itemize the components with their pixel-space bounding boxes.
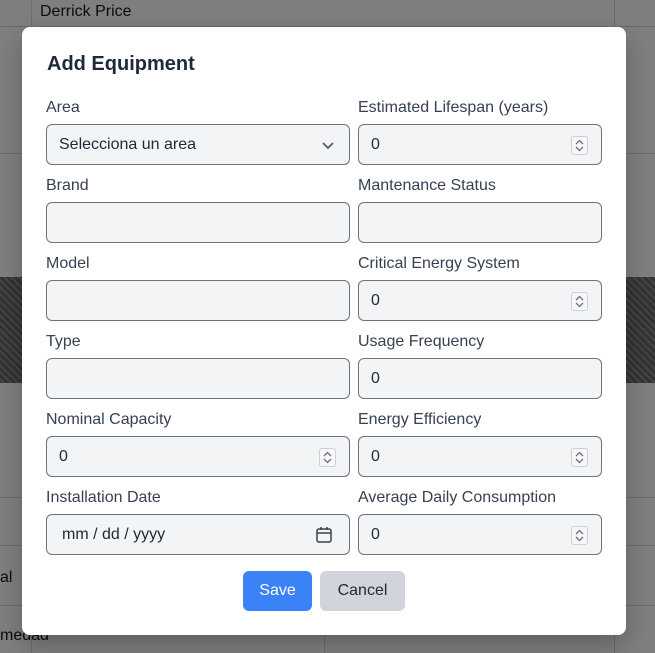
estimated-lifespan-input[interactable]: 0 [358,124,602,165]
average-daily-consumption-label: Average Daily Consumption [358,489,557,506]
model-field: Model [46,253,350,321]
number-spinner-icon[interactable] [571,292,588,311]
brand-label: Brand [46,177,89,194]
calendar-icon[interactable] [316,526,332,543]
estimated-lifespan-field: Estimated Lifespan (years) 0 [358,97,602,165]
energy-efficiency-input[interactable]: 0 [358,436,602,477]
energy-efficiency-field: Energy Efficiency 0 [358,409,602,477]
modal-title: Add Equipment [47,53,195,75]
maintenance-status-input[interactable] [358,202,602,243]
average-daily-consumption-value: 0 [371,525,380,543]
usage-frequency-value: 0 [371,369,380,387]
nominal-capacity-label: Nominal Capacity [46,411,172,428]
installation-date-input[interactable]: mm / dd / yyyy [46,514,350,555]
nominal-capacity-field: Nominal Capacity 0 [46,409,350,477]
usage-frequency-field: Usage Frequency 0 [358,331,602,399]
number-spinner-icon[interactable] [571,136,588,155]
critical-energy-system-input[interactable]: 0 [358,280,602,321]
area-field: Area Selecciona un area [46,97,350,165]
critical-energy-system-field: Critical Energy System 0 [358,253,602,321]
type-label: Type [46,333,81,350]
number-spinner-icon[interactable] [319,448,336,467]
number-spinner-icon[interactable] [571,526,588,545]
area-select-value: Selecciona un area [59,135,196,153]
model-input[interactable] [46,280,350,321]
usage-frequency-input[interactable]: 0 [358,358,602,399]
type-field: Type [46,331,350,399]
area-label: Area [46,99,80,116]
area-select[interactable]: Selecciona un area [46,124,350,165]
maintenance-status-label: Mantenance Status [358,177,496,194]
number-spinner-icon[interactable] [571,448,588,467]
estimated-lifespan-value: 0 [371,135,380,153]
energy-efficiency-value: 0 [371,447,380,465]
installation-date-label: Installation Date [46,489,161,506]
installation-date-field: Installation Date mm / dd / yyyy [46,487,350,555]
brand-field: Brand [46,175,350,243]
chevron-down-icon [322,142,334,150]
critical-energy-system-value: 0 [371,291,380,309]
installation-date-value: mm / dd / yyyy [62,525,166,543]
critical-energy-system-label: Critical Energy System [358,255,520,272]
maintenance-status-field: Mantenance Status [358,175,602,243]
brand-input[interactable] [46,202,350,243]
cancel-button[interactable]: Cancel [320,571,405,611]
save-button[interactable]: Save [243,571,312,611]
average-daily-consumption-field: Average Daily Consumption 0 [358,487,602,555]
average-daily-consumption-input[interactable]: 0 [358,514,602,555]
estimated-lifespan-label: Estimated Lifespan (years) [358,99,549,116]
type-input[interactable] [46,358,350,399]
energy-efficiency-label: Energy Efficiency [358,411,482,428]
add-equipment-modal: Add Equipment Area Selecciona un area Br… [22,27,626,635]
nominal-capacity-value: 0 [59,447,68,465]
model-label: Model [46,255,90,272]
nominal-capacity-input[interactable]: 0 [46,436,350,477]
usage-frequency-label: Usage Frequency [358,333,485,350]
